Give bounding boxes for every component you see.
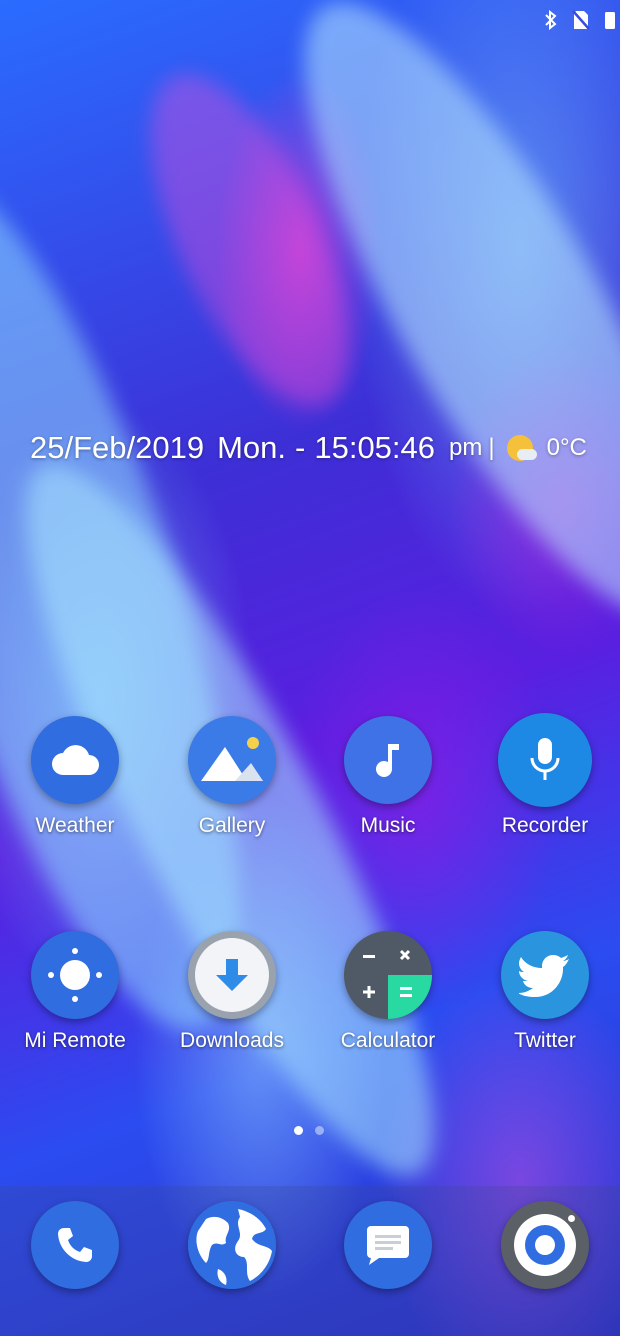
dock <box>0 1186 620 1336</box>
temperature-text: 0°C <box>546 434 587 461</box>
weekday-text: Mon. <box>217 430 287 465</box>
status-bar <box>544 9 620 38</box>
page-indicator <box>294 1126 324 1135</box>
microphone-icon <box>498 713 592 807</box>
battery-icon <box>604 10 616 38</box>
dock-phone[interactable] <box>0 1201 150 1289</box>
app-downloads[interactable]: Downloads <box>157 931 307 1053</box>
dock-camera[interactable] <box>470 1201 620 1289</box>
app-label: Twitter <box>514 1029 576 1052</box>
divider-text: | <box>488 434 495 461</box>
app-label: Mi Remote <box>24 1029 126 1052</box>
calculator-icon <box>344 931 432 1019</box>
page-dot[interactable] <box>315 1126 324 1135</box>
app-recorder[interactable]: Recorder <box>470 713 620 838</box>
mountain-icon <box>188 716 276 804</box>
app-label: Recorder <box>501 814 589 837</box>
globe-icon <box>188 1201 276 1289</box>
partly-cloudy-icon <box>506 433 537 463</box>
app-label: Calculator <box>340 1029 436 1052</box>
app-music[interactable]: Music <box>313 716 463 838</box>
date-text: 25/Feb/2019 <box>30 430 205 465</box>
cloud-icon <box>31 716 119 804</box>
dock-messages[interactable] <box>313 1201 463 1289</box>
download-arrow-icon <box>188 931 276 1019</box>
message-icon <box>344 1201 432 1289</box>
no-sim-icon <box>572 10 590 38</box>
app-calculator[interactable]: Calculator <box>313 931 463 1053</box>
separator-text: - <box>295 430 306 465</box>
app-gallery[interactable]: Gallery <box>157 716 307 838</box>
app-twitter[interactable]: Twitter <box>470 931 620 1053</box>
dock-browser[interactable] <box>157 1201 307 1289</box>
ampm-text: pm <box>449 434 483 461</box>
app-label: Weather <box>35 814 115 837</box>
app-weather[interactable]: Weather <box>0 716 150 838</box>
bluetooth-icon <box>544 9 558 38</box>
page-dot-active[interactable] <box>294 1126 303 1135</box>
twitter-bird-icon <box>501 931 589 1019</box>
app-mi-remote[interactable]: Mi Remote <box>0 931 150 1053</box>
time-text: 15:05:46 <box>314 430 436 465</box>
app-label: Gallery <box>198 814 266 837</box>
remote-icon <box>31 931 119 1019</box>
phone-icon <box>31 1201 119 1289</box>
music-note-icon <box>344 716 432 804</box>
clock-widget[interactable]: 25/Feb/2019 Mon. - 15:05:46 pm | 0°C <box>30 426 620 470</box>
app-label: Downloads <box>180 1029 284 1052</box>
camera-icon <box>501 1201 589 1289</box>
app-label: Music <box>360 814 416 837</box>
